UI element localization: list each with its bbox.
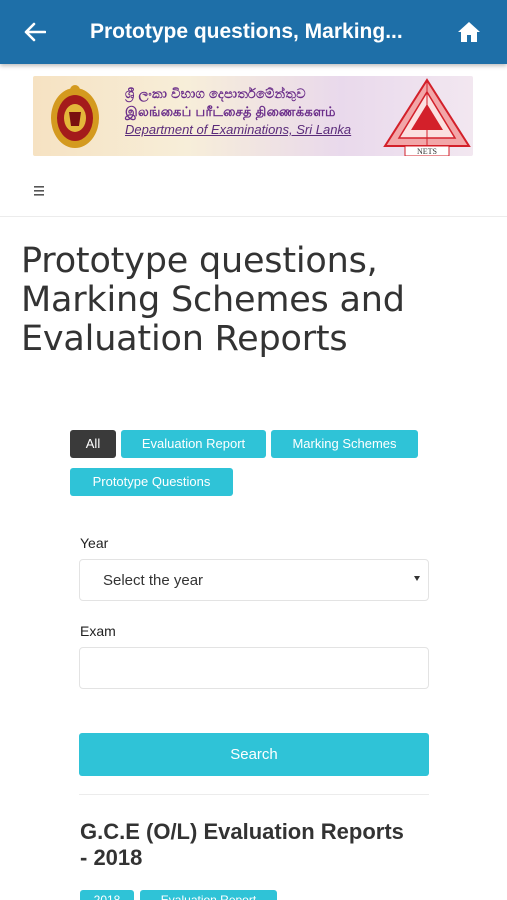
home-button[interactable]	[431, 0, 507, 64]
results-divider	[79, 794, 429, 795]
result-tag-type: Evaluation Report	[140, 890, 277, 900]
banner-sinhala-text: ශ්‍රී ලංකා විභාග දෙපාර්තමේන්තුව	[125, 86, 306, 101]
app-bar-title: Prototype questions, Marking...	[90, 20, 403, 43]
header-banner: ශ්‍රී ලංකා විභාග දෙපාර්තමේන්තුව இலங்கைப்…	[33, 76, 473, 156]
nets-label: NETS	[417, 147, 437, 156]
search-button[interactable]: Search	[79, 733, 429, 776]
exam-field[interactable]	[79, 647, 429, 689]
nets-logo-icon: NETS	[383, 78, 471, 156]
home-icon	[458, 22, 480, 42]
filter-chip-marking-schemes[interactable]: Marking Schemes	[271, 430, 418, 458]
year-select-value: Select the year	[103, 572, 204, 589]
app-bar: Prototype questions, Marking...	[0, 0, 507, 64]
result-title[interactable]: G.C.E (O/L) Evaluation Reports - 2018	[80, 819, 410, 871]
sri-lanka-emblem-icon	[51, 85, 99, 148]
chevron-down-icon	[414, 576, 420, 581]
year-select[interactable]: Select the year	[79, 559, 429, 601]
header-divider	[0, 216, 507, 217]
exam-label: Exam	[80, 623, 116, 639]
filter-chip-prototype-questions[interactable]: Prototype Questions	[70, 468, 233, 496]
hamburger-menu-icon[interactable]	[32, 184, 48, 198]
page-title: Prototype questions, Marking Schemes and…	[21, 241, 405, 359]
result-tag-year: 2018	[80, 890, 134, 900]
filter-chip-evaluation-report[interactable]: Evaluation Report	[121, 430, 266, 458]
back-button[interactable]	[0, 0, 70, 64]
filter-chip-all[interactable]: All	[70, 430, 116, 458]
year-label: Year	[80, 535, 109, 551]
banner-english-text: Department of Examinations, Sri Lanka	[125, 122, 352, 137]
banner-tamil-text: இலங்கைப் பரீட்சைத் திணைக்களம்	[125, 104, 336, 119]
arrow-left-icon	[24, 22, 46, 42]
